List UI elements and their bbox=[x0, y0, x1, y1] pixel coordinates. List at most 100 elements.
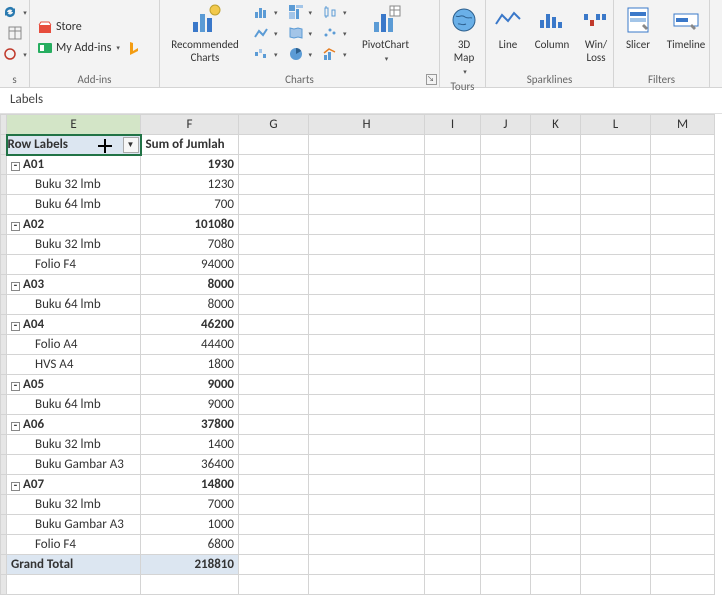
cell-blank[interactable] bbox=[239, 255, 309, 275]
recommended-charts-button[interactable]: RecommendedCharts bbox=[164, 2, 246, 66]
cell-blank[interactable] bbox=[651, 275, 715, 295]
cell-blank[interactable] bbox=[581, 575, 651, 595]
cell-blank[interactable] bbox=[309, 435, 425, 455]
cell-blank[interactable] bbox=[425, 315, 481, 335]
cell-blank[interactable] bbox=[531, 435, 581, 455]
charts-dialog-launcher[interactable]: ↘ bbox=[426, 74, 437, 85]
pivot-item-value[interactable]: 94000 bbox=[141, 255, 239, 275]
cell-blank[interactable] bbox=[651, 375, 715, 395]
cell-blank[interactable] bbox=[581, 395, 651, 415]
cell-blank[interactable] bbox=[239, 535, 309, 555]
cell-blank[interactable] bbox=[481, 335, 531, 355]
pivot-item[interactable]: Buku 32 lmb bbox=[7, 175, 141, 195]
cell-blank[interactable] bbox=[425, 275, 481, 295]
pivot-item[interactable]: Buku 32 lmb bbox=[7, 235, 141, 255]
cell-blank[interactable] bbox=[651, 135, 715, 155]
cell-blank[interactable] bbox=[239, 415, 309, 435]
pivot-item[interactable]: Buku 64 lmb bbox=[7, 195, 141, 215]
pivot-item-value[interactable]: 9000 bbox=[141, 395, 239, 415]
cell-blank[interactable] bbox=[425, 575, 481, 595]
cell-blank[interactable] bbox=[651, 355, 715, 375]
pivot-rowlabels-header[interactable]: Row Labels▼ bbox=[7, 135, 141, 155]
3d-map-button[interactable]: 3DMap ▾ bbox=[444, 2, 484, 79]
cell-blank[interactable] bbox=[651, 255, 715, 275]
cell-blank[interactable] bbox=[239, 335, 309, 355]
pivot-group-A03[interactable]: -A03 bbox=[7, 275, 141, 295]
pivot-group-A06[interactable]: -A06 bbox=[7, 415, 141, 435]
pivot-item[interactable]: Buku Gambar A3 bbox=[7, 515, 141, 535]
sparkline-winloss-button[interactable]: Win/Loss bbox=[578, 2, 614, 66]
cell-blank[interactable] bbox=[581, 355, 651, 375]
cell-blank[interactable] bbox=[7, 575, 141, 595]
cell-blank[interactable] bbox=[481, 555, 531, 575]
pivot-item[interactable]: Buku 32 lmb bbox=[7, 435, 141, 455]
scatter-chart-button[interactable]: ▾ bbox=[319, 23, 350, 43]
cell-blank[interactable] bbox=[531, 235, 581, 255]
cell-blank[interactable] bbox=[309, 135, 425, 155]
cell-blank[interactable] bbox=[581, 215, 651, 235]
pivot-item-value[interactable]: 36400 bbox=[141, 455, 239, 475]
cell-blank[interactable] bbox=[425, 515, 481, 535]
cell-blank[interactable] bbox=[239, 175, 309, 195]
filter-dropdown-icon[interactable]: ▼ bbox=[123, 137, 139, 153]
cell-blank[interactable] bbox=[239, 395, 309, 415]
col-header-L[interactable]: L bbox=[581, 115, 651, 135]
cell-blank[interactable] bbox=[531, 475, 581, 495]
cell-blank[interactable] bbox=[425, 235, 481, 255]
cell-blank[interactable] bbox=[481, 395, 531, 415]
cell-blank[interactable] bbox=[425, 215, 481, 235]
cell-blank[interactable] bbox=[581, 155, 651, 175]
cell-blank[interactable] bbox=[309, 455, 425, 475]
pivot-item[interactable]: Folio F4 bbox=[7, 255, 141, 275]
cell-blank[interactable] bbox=[581, 255, 651, 275]
unknown-button-1[interactable]: ▾ bbox=[0, 2, 30, 22]
pivot-item[interactable]: HVS A4 bbox=[7, 355, 141, 375]
name-box[interactable]: Labels bbox=[0, 88, 722, 114]
cell-blank[interactable] bbox=[309, 515, 425, 535]
pivot-group-A06-total[interactable]: 37800 bbox=[141, 415, 239, 435]
pivot-item[interactable]: Folio F4 bbox=[7, 535, 141, 555]
cell-blank[interactable] bbox=[651, 435, 715, 455]
cell-blank[interactable] bbox=[309, 255, 425, 275]
cell-blank[interactable] bbox=[239, 155, 309, 175]
cell-blank[interactable] bbox=[651, 575, 715, 595]
cell-blank[interactable] bbox=[651, 315, 715, 335]
cell-blank[interactable] bbox=[309, 475, 425, 495]
cell-blank[interactable] bbox=[425, 415, 481, 435]
cell-blank[interactable] bbox=[481, 195, 531, 215]
cell-blank[interactable] bbox=[651, 235, 715, 255]
cell-blank[interactable] bbox=[581, 235, 651, 255]
pivot-item-value[interactable]: 7080 bbox=[141, 235, 239, 255]
cell-blank[interactable] bbox=[239, 435, 309, 455]
cell-blank[interactable] bbox=[581, 315, 651, 335]
pivot-item-value[interactable]: 700 bbox=[141, 195, 239, 215]
pivot-item-value[interactable]: 44400 bbox=[141, 335, 239, 355]
cell-blank[interactable] bbox=[425, 535, 481, 555]
cell-blank[interactable] bbox=[481, 375, 531, 395]
cell-blank[interactable] bbox=[581, 175, 651, 195]
col-header-G[interactable]: G bbox=[239, 115, 309, 135]
cell-blank[interactable] bbox=[425, 375, 481, 395]
col-header-J[interactable]: J bbox=[481, 115, 531, 135]
pivot-item-value[interactable]: 6800 bbox=[141, 535, 239, 555]
cell-blank[interactable] bbox=[651, 215, 715, 235]
cell-blank[interactable] bbox=[531, 535, 581, 555]
cell-blank[interactable] bbox=[309, 275, 425, 295]
cell-blank[interactable] bbox=[425, 555, 481, 575]
pivot-group-A07[interactable]: -A07 bbox=[7, 475, 141, 495]
combo-chart-button[interactable]: ▾ bbox=[319, 44, 350, 64]
cell-blank[interactable] bbox=[581, 495, 651, 515]
cell-blank[interactable] bbox=[481, 315, 531, 335]
cell-blank[interactable] bbox=[481, 535, 531, 555]
pivot-group-A02-total[interactable]: 101080 bbox=[141, 215, 239, 235]
cell-blank[interactable] bbox=[481, 355, 531, 375]
pivot-group-A05[interactable]: -A05 bbox=[7, 375, 141, 395]
cell-blank[interactable] bbox=[239, 275, 309, 295]
cell-blank[interactable] bbox=[425, 155, 481, 175]
col-header-M[interactable]: M bbox=[651, 115, 715, 135]
cell-blank[interactable] bbox=[581, 295, 651, 315]
cell-blank[interactable] bbox=[309, 235, 425, 255]
cell-blank[interactable] bbox=[309, 195, 425, 215]
map-chart-button[interactable]: ▾ bbox=[285, 23, 316, 43]
cell-blank[interactable] bbox=[481, 235, 531, 255]
